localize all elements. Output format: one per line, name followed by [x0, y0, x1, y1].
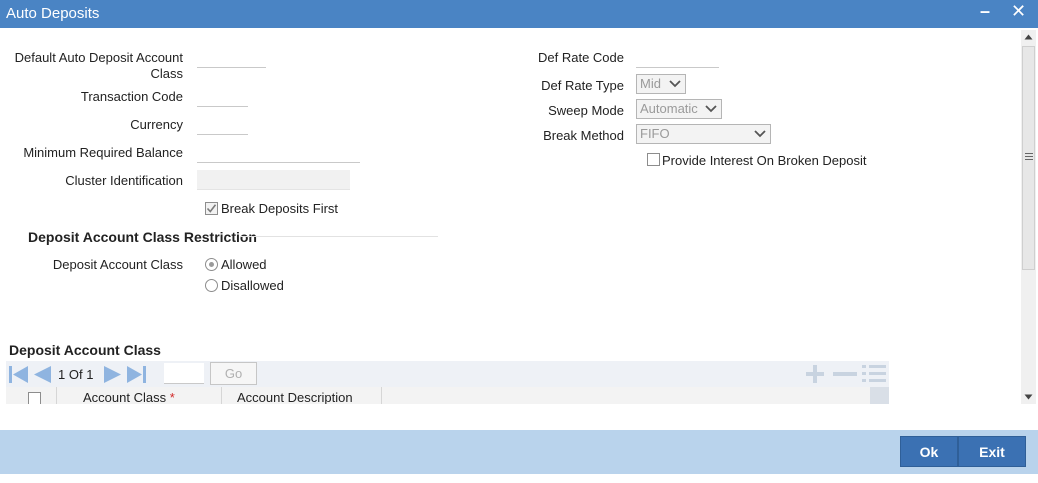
ok-button[interactable]: Ok [900, 436, 958, 467]
required-marker: * [169, 390, 175, 404]
page-current: 1 [58, 367, 66, 382]
break-method-label: Break Method [543, 128, 624, 143]
def-rate-type-value: Mid [640, 76, 661, 91]
add-row-icon[interactable] [804, 364, 826, 384]
def-rate-code-field[interactable] [636, 48, 719, 68]
chevron-down-icon [754, 130, 766, 138]
next-page-icon[interactable] [102, 365, 124, 384]
single-view-icon[interactable] [861, 363, 887, 385]
def-rate-code-label: Def Rate Code [538, 50, 624, 65]
def-rate-type-label: Def Rate Type [541, 78, 624, 93]
default-auto-deposit-class-label: Default Auto Deposit Account Class [8, 50, 183, 82]
chevron-down-icon [669, 80, 681, 88]
account-class-header-label: Account Class [83, 390, 167, 404]
sweep-mode-label: Sweep Mode [548, 103, 624, 118]
grid-header-row: Account Class * Account Description [6, 387, 889, 404]
allowed-label: Allowed [221, 257, 267, 272]
checkmark-icon [206, 204, 217, 213]
prev-page-icon[interactable] [31, 365, 53, 384]
sweep-mode-value: Automatic [640, 101, 698, 116]
column-header-account-class[interactable]: Account Class * [83, 390, 175, 404]
currency-field[interactable] [197, 115, 248, 135]
delete-row-icon[interactable] [832, 364, 858, 384]
default-auto-deposit-class-label-line1: Default Auto Deposit Account [14, 50, 183, 65]
window-title: Auto Deposits [6, 5, 100, 22]
page-number-input[interactable] [164, 363, 204, 384]
deposit-account-class-section-title: Deposit Account Class [9, 342, 161, 358]
first-page-icon[interactable] [8, 365, 30, 384]
grid-header-scroll-pad [870, 387, 889, 404]
disallowed-radio[interactable] [205, 279, 218, 292]
close-icon[interactable]: ✕ [1011, 1, 1026, 22]
break-method-select[interactable]: FIFO [636, 124, 771, 144]
column-header-account-description[interactable]: Account Description [237, 390, 353, 404]
restriction-section-title: Deposit Account Class Restriction [28, 229, 257, 245]
min-balance-label: Minimum Required Balance [23, 145, 183, 160]
exit-button[interactable]: Exit [958, 436, 1026, 467]
default-auto-deposit-class-label-line2: Class [150, 66, 183, 81]
def-rate-type-select[interactable]: Mid [636, 74, 686, 94]
provide-interest-checkbox[interactable] [647, 153, 660, 166]
break-deposits-first-label: Break Deposits First [221, 201, 339, 216]
grip-icon [1025, 153, 1033, 160]
grid-toolbar: 1 Of 1 Go [6, 361, 889, 387]
scroll-down-icon[interactable] [1024, 394, 1033, 400]
page-total: 1 [86, 367, 94, 382]
go-button[interactable]: Go [210, 362, 257, 385]
radio-selected-dot [209, 262, 214, 267]
scroll-up-icon[interactable] [1024, 34, 1033, 40]
select-all-checkbox[interactable] [28, 392, 41, 404]
break-deposits-first-checkbox[interactable] [205, 202, 218, 215]
sweep-mode-select[interactable]: Automatic [636, 99, 722, 119]
provide-interest-label: Provide Interest On Broken Deposit [662, 153, 867, 168]
footer-bar: Ok Exit [0, 430, 1038, 474]
column-separator [221, 387, 222, 404]
scrollbar-thumb[interactable] [1022, 46, 1035, 270]
vertical-scrollbar[interactable] [1021, 30, 1036, 404]
column-separator [56, 387, 57, 404]
currency-label: Currency [130, 117, 183, 132]
default-auto-deposit-class-field[interactable] [197, 48, 266, 68]
cluster-identification-label: Cluster Identification [65, 173, 183, 188]
page-info: 1 Of 1 [58, 367, 93, 382]
break-method-value: FIFO [640, 126, 670, 141]
min-balance-field[interactable] [197, 143, 360, 163]
minimize-icon[interactable]: – [980, 1, 990, 22]
transaction-code-label: Transaction Code [80, 89, 183, 104]
deposit-account-class-restriction-label: Deposit Account Class [52, 257, 183, 272]
window-titlebar: Auto Deposits – ✕ [0, 0, 1038, 28]
last-page-icon[interactable] [125, 365, 147, 384]
cluster-identification-field[interactable] [197, 170, 350, 190]
chevron-down-icon [705, 105, 717, 113]
column-separator [381, 387, 382, 404]
transaction-code-field[interactable] [197, 87, 248, 107]
allowed-radio[interactable] [205, 258, 218, 271]
page-of: Of [68, 367, 83, 382]
disallowed-label: Disallowed [221, 278, 284, 293]
restriction-section-rule [240, 236, 438, 237]
